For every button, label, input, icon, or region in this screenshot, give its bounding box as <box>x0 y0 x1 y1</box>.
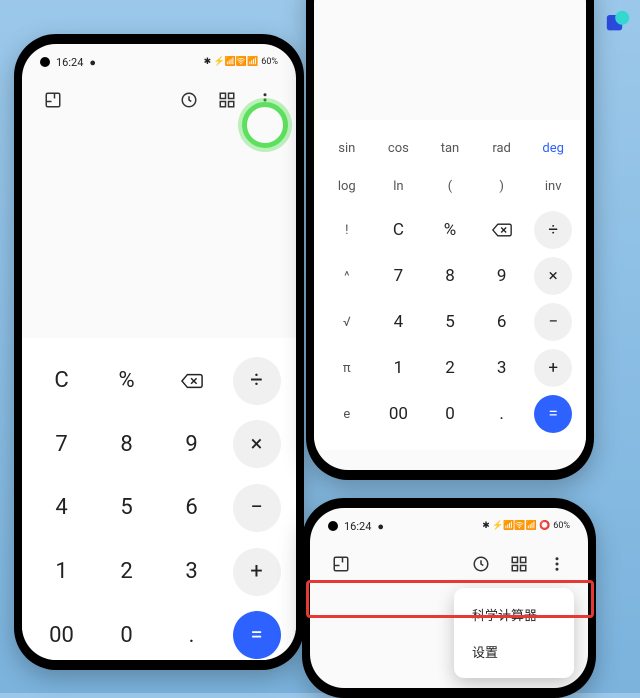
camera-hole <box>328 521 338 531</box>
more-menu-icon[interactable] <box>254 89 276 111</box>
key-minus[interactable]: − <box>233 484 281 532</box>
key-4[interactable]: 4 <box>374 300 424 344</box>
key-9[interactable]: 9 <box>477 254 527 298</box>
key-9[interactable]: 9 <box>162 416 221 474</box>
status-time: 16:24 <box>344 520 371 533</box>
grid-icon[interactable] <box>508 553 530 575</box>
calculator-display <box>22 120 296 338</box>
key-7[interactable]: 7 <box>374 254 424 298</box>
grid-icon[interactable] <box>216 89 238 111</box>
menu-item-scientific[interactable]: 科学计算器 <box>454 596 574 633</box>
key-divide[interactable]: ÷ <box>233 357 281 405</box>
key-decimal[interactable]: . <box>162 606 221 660</box>
key-0[interactable]: 0 <box>97 606 156 660</box>
key-0[interactable]: 0 <box>425 392 475 436</box>
key-1[interactable]: 1 <box>32 543 91 601</box>
fn-ln[interactable]: ln <box>374 168 424 204</box>
unit-converter-icon[interactable] <box>42 89 64 111</box>
fn-cos[interactable]: cos <box>374 130 424 166</box>
status-bar: 16:24 ● ✱ ⚡📶🛜📶 ⭕ 60% <box>310 508 588 544</box>
key-00[interactable]: 00 <box>374 392 424 436</box>
key-multiply[interactable]: × <box>233 420 281 468</box>
key-decimal[interactable]: . <box>477 392 527 436</box>
key-backspace[interactable] <box>477 208 527 252</box>
key-power[interactable]: ^ <box>322 254 372 298</box>
key-8[interactable]: 8 <box>425 254 475 298</box>
menu-item-settings[interactable]: 设置 <box>454 633 574 670</box>
calculator-display <box>314 0 586 120</box>
status-battery: 60% <box>261 57 278 67</box>
history-icon[interactable] <box>470 553 492 575</box>
key-1[interactable]: 1 <box>374 346 424 390</box>
fn-rparen[interactable]: ) <box>477 168 527 204</box>
key-3[interactable]: 3 <box>477 346 527 390</box>
overflow-menu: 科学计算器 设置 <box>454 588 574 678</box>
key-clear[interactable]: C <box>374 208 424 252</box>
fn-inv[interactable]: inv <box>528 168 578 204</box>
key-00[interactable]: 00 <box>32 606 91 660</box>
status-indicators: ✱ ⚡📶🛜📶 ⭕ <box>482 521 550 531</box>
status-battery: 60% <box>553 521 570 531</box>
status-bar: 16:24 ● ✱ ⚡📶🛜📶 60% <box>22 44 296 80</box>
keypad-basic: C % ÷ 7 8 9 × 4 5 6 − 1 2 3 + 00 0 . = <box>22 338 296 660</box>
status-time: 16:24 <box>56 56 83 69</box>
key-multiply[interactable]: × <box>534 257 572 295</box>
key-5[interactable]: 5 <box>425 300 475 344</box>
key-backspace[interactable] <box>162 352 221 410</box>
keypad-scientific: sin cos tan rad deg log ln ( ) inv ! C %… <box>314 120 586 450</box>
fn-sin[interactable]: sin <box>322 130 372 166</box>
key-e[interactable]: e <box>322 392 372 436</box>
key-4[interactable]: 4 <box>32 479 91 537</box>
phone-scientific-calculator: sin cos tan rad deg log ln ( ) inv ! C %… <box>306 0 594 480</box>
key-5[interactable]: 5 <box>97 479 156 537</box>
status-dot: ● <box>377 520 384 533</box>
camera-hole <box>40 57 50 67</box>
key-divide[interactable]: ÷ <box>534 211 572 249</box>
fn-log[interactable]: log <box>322 168 372 204</box>
fn-rad[interactable]: rad <box>477 130 527 166</box>
fn-deg[interactable]: deg <box>528 130 578 166</box>
key-plus[interactable]: + <box>233 548 281 596</box>
fn-lparen[interactable]: ( <box>425 168 475 204</box>
key-2[interactable]: 2 <box>97 543 156 601</box>
key-factorial[interactable]: ! <box>322 208 372 252</box>
key-equals[interactable]: = <box>534 395 572 433</box>
key-sqrt[interactable]: √ <box>322 300 372 344</box>
key-percent[interactable]: % <box>425 208 475 252</box>
key-8[interactable]: 8 <box>97 416 156 474</box>
key-2[interactable]: 2 <box>425 346 475 390</box>
phone-basic-calculator: 16:24 ● ✱ ⚡📶🛜📶 60% <box>14 34 304 670</box>
phone-menu-popup: 16:24 ● ✱ ⚡📶🛜📶 ⭕ 60% <box>302 498 596 698</box>
unit-converter-icon[interactable] <box>330 553 352 575</box>
key-clear[interactable]: C <box>32 352 91 410</box>
status-dot: ● <box>89 56 96 69</box>
key-pi[interactable]: π <box>322 346 372 390</box>
key-equals[interactable]: = <box>233 611 281 659</box>
status-indicators: ✱ ⚡📶🛜📶 <box>204 57 259 67</box>
toolbar <box>310 544 588 584</box>
key-7[interactable]: 7 <box>32 416 91 474</box>
key-6[interactable]: 6 <box>477 300 527 344</box>
brand-logo <box>604 8 632 36</box>
more-menu-icon[interactable] <box>546 553 568 575</box>
fn-tan[interactable]: tan <box>425 130 475 166</box>
key-minus[interactable]: − <box>534 303 572 341</box>
key-percent[interactable]: % <box>97 352 156 410</box>
key-plus[interactable]: + <box>534 349 572 387</box>
toolbar <box>22 80 296 120</box>
key-3[interactable]: 3 <box>162 543 221 601</box>
history-icon[interactable] <box>178 89 200 111</box>
key-6[interactable]: 6 <box>162 479 221 537</box>
